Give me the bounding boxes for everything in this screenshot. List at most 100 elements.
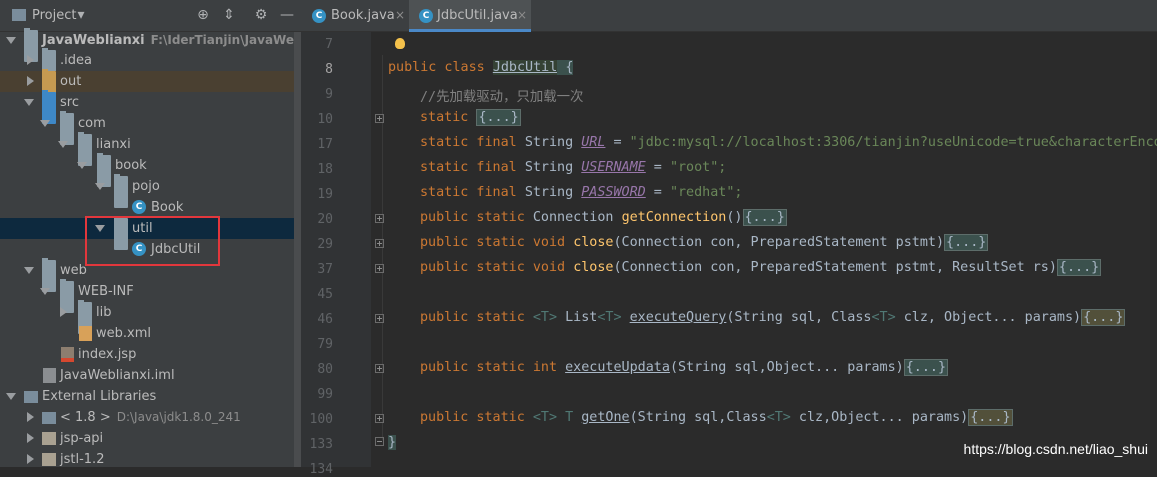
code-line-17: static final String URL = "jdbc:mysql://… [420, 135, 1157, 150]
tree-item-jstl[interactable]: jstl-1.2 [0, 449, 301, 467]
class-icon: C [132, 200, 146, 214]
class-icon: C [312, 9, 326, 23]
line-number: 7 [325, 37, 333, 52]
tab-label: JdbcUtil.java [437, 8, 518, 23]
tree-item-label: lib [96, 305, 112, 320]
tree-item-src[interactable]: src [0, 90, 301, 124]
chevron-down-icon[interactable] [95, 183, 105, 190]
xml-file-icon [79, 326, 92, 341]
chevron-down-icon[interactable] [6, 37, 16, 44]
tree-item-idea[interactable]: .idea [0, 48, 301, 82]
tree-item-com[interactable]: com [0, 111, 301, 145]
tree-item-pojo[interactable]: pojo [0, 174, 301, 208]
line-number: 17 [317, 137, 333, 152]
project-scrollbar[interactable] [294, 32, 301, 467]
tree-item-label: book [115, 158, 147, 173]
lightbulb-icon[interactable] [395, 38, 405, 49]
fold-expand-icon[interactable] [375, 314, 384, 323]
jar-icon [42, 453, 56, 466]
line-number: 37 [317, 262, 333, 277]
chevron-right-icon[interactable] [27, 76, 34, 86]
gear-icon[interactable]: ⚙ [252, 6, 270, 24]
chevron-right-icon[interactable] [27, 433, 34, 443]
tree-item-label: pojo [132, 179, 160, 194]
code-line-46: public static <T> List<T> executeQuery(S… [420, 309, 1126, 326]
tree-item-lib[interactable]: lib [0, 300, 301, 334]
line-number: 29 [317, 237, 333, 252]
line-number: 80 [317, 362, 333, 377]
tree-item-web-inf[interactable]: WEB-INF [0, 279, 301, 313]
tree-item-label: src [60, 95, 79, 110]
chevron-right-icon[interactable] [27, 412, 34, 422]
collapse-all-icon[interactable]: ⇕ [220, 6, 238, 24]
fold-collapse-icon[interactable] [375, 437, 384, 446]
line-number: 134 [309, 462, 333, 477]
line-number: 10 [317, 112, 333, 127]
close-icon[interactable]: × [395, 8, 405, 22]
tree-item-label: .idea [60, 53, 92, 68]
code-line-9: //先加载驱动，只加载一次 [420, 90, 584, 105]
chevron-down-icon[interactable] [40, 288, 50, 295]
chevron-down-icon[interactable] [24, 267, 34, 274]
chevron-right-icon[interactable] [60, 307, 67, 317]
locate-icon[interactable]: ⊕ [194, 6, 212, 24]
tree-item-label: WEB-INF [78, 284, 134, 299]
tree-item-index-jsp[interactable]: index.jsp [0, 344, 301, 365]
fold-expand-icon[interactable] [375, 214, 384, 223]
tree-item-book-class[interactable]: C Book [0, 197, 301, 218]
tree-item-book[interactable]: book [0, 153, 301, 187]
tree-item-web-xml[interactable]: web.xml [0, 323, 301, 344]
fold-expand-icon[interactable] [375, 264, 384, 273]
tree-item-lianxi[interactable]: lianxi [0, 132, 301, 166]
tree-item-external-libraries[interactable]: External Libraries [0, 386, 301, 407]
tree-item-label: JavaWeblianxi [42, 33, 145, 48]
tree-item-jdk[interactable]: < 1.8 > D:\Java\jdk1.8.0_241 [0, 407, 301, 428]
code-line-80: public static int executeUpdata(String s… [420, 359, 949, 376]
project-panel: Project ▾ ⊕ ⇕ ⚙ — JavaWeblianxi F:\IderTi… [0, 0, 301, 467]
fold-expand-icon[interactable] [375, 414, 384, 423]
tab-label: Book.java [331, 8, 395, 23]
tree-item-label: index.jsp [78, 347, 137, 362]
line-number: 19 [317, 187, 333, 202]
tree-item-label: out [60, 74, 82, 89]
tree-item-label: lianxi [96, 137, 131, 152]
project-panel-header: Project ▾ ⊕ ⇕ ⚙ — [0, 0, 301, 32]
close-icon[interactable]: × [517, 8, 527, 22]
fold-expand-icon[interactable] [375, 239, 384, 248]
jsp-file-icon [61, 347, 74, 362]
code-line-29: public static void close(Connection con,… [420, 234, 989, 251]
chevron-right-icon[interactable] [27, 55, 34, 65]
tree-item-path: F:\IderTianjin\JavaWeblianxi [150, 33, 301, 47]
chevron-down-icon[interactable] [40, 120, 50, 127]
tree-item-label: jstl-1.2 [60, 452, 105, 467]
chevron-down-icon[interactable] [24, 99, 34, 106]
line-number: 45 [317, 287, 333, 302]
minimize-icon[interactable]: — [278, 6, 296, 24]
line-number: 20 [317, 212, 333, 227]
line-number: 100 [309, 412, 333, 427]
chevron-right-icon[interactable] [27, 454, 34, 464]
fold-expand-icon[interactable] [375, 364, 384, 373]
tree-item-label: web.xml [96, 326, 151, 341]
chevron-down-icon[interactable]: ▾ [72, 6, 90, 24]
tab-jdbcutil-java[interactable]: C JdbcUtil.java × [409, 0, 531, 32]
tree-item-jsp-api[interactable]: jsp-api [0, 428, 301, 449]
code-line-133: } [388, 435, 397, 450]
chevron-down-icon[interactable] [77, 162, 87, 169]
tab-book-java[interactable]: C Book.java × [301, 0, 409, 32]
code-line-10: static {...} [420, 109, 521, 126]
library-icon [24, 391, 38, 403]
chevron-down-icon[interactable] [6, 393, 16, 400]
project-view-selector[interactable]: Project [32, 8, 76, 23]
line-number: 18 [317, 162, 333, 177]
code-line-19: static final String PASSWORD = "redhat"; [420, 185, 743, 200]
tree-item-iml[interactable]: JavaWeblianxi.iml [0, 365, 301, 386]
chevron-down-icon[interactable] [58, 141, 68, 148]
line-number: 8 [325, 62, 333, 77]
tree-item-out[interactable]: out [0, 69, 301, 103]
code-line-100: public static <T> T getOne(String sql,Cl… [420, 409, 1013, 426]
fold-expand-icon[interactable] [375, 114, 384, 123]
watermark: https://blog.csdn.net/liao_shui [963, 441, 1148, 457]
code-line-37: public static void close(Connection con,… [420, 259, 1102, 276]
tree-item-label: < 1.8 > [60, 410, 111, 425]
